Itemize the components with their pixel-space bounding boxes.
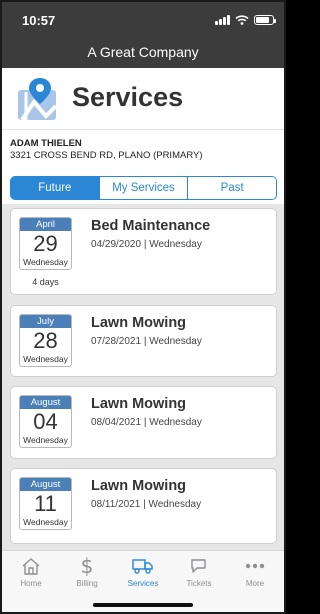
tab-bar-services[interactable]: Services xyxy=(115,555,171,588)
tab-my-services[interactable]: My Services xyxy=(98,177,188,199)
tab-bar-label: Services xyxy=(127,579,159,588)
customer-address: 3321 CROSS BEND RD, PLANO (PRIMARY) xyxy=(10,150,203,161)
days-away: 4 days xyxy=(32,277,59,287)
truck-icon xyxy=(115,555,171,577)
date-badge: August 04 Wednesday xyxy=(19,395,72,448)
service-date: 07/28/2021 | Wednesday xyxy=(91,336,202,347)
tab-bar-label: Home xyxy=(20,579,42,588)
service-card[interactable]: August 11 Wednesday Lawn Mowing 08/11/20… xyxy=(10,468,277,544)
customer-name: ADAM THIELEN xyxy=(10,138,82,149)
services-tabs: Future My Services Past xyxy=(10,176,277,200)
service-card[interactable]: August 04 Wednesday Lawn Mowing 08/04/20… xyxy=(10,386,277,459)
status-icons xyxy=(215,14,276,26)
services-list[interactable]: April 29 Wednesday 4 days Bed Maintenanc… xyxy=(2,204,284,550)
date-day: 04 xyxy=(33,409,58,434)
date-day: 29 xyxy=(33,231,58,256)
service-name: Lawn Mowing xyxy=(91,478,187,494)
more-icon xyxy=(227,555,283,577)
status-time: 10:57 xyxy=(22,13,56,28)
tab-bar-home[interactable]: Home xyxy=(3,555,59,588)
date-weekday: Wednesday xyxy=(23,435,68,445)
tab-bar-more[interactable]: More xyxy=(227,555,283,588)
map-pin-icon xyxy=(18,78,58,122)
date-day: 28 xyxy=(33,328,58,353)
battery-icon xyxy=(254,15,276,25)
wifi-icon xyxy=(235,15,249,25)
date-badge: July 28 Wednesday xyxy=(19,314,72,367)
tab-bar-tickets[interactable]: Tickets xyxy=(171,555,227,588)
cellular-signal-icon xyxy=(215,15,230,25)
date-month: August xyxy=(20,396,71,409)
tab-bar-label: More xyxy=(245,579,265,588)
customer-info: ADAM THIELEN 3321 CROSS BEND RD, PLANO (… xyxy=(10,138,203,162)
page-title: Services xyxy=(72,82,184,112)
service-name: Lawn Mowing xyxy=(91,315,187,331)
service-card[interactable]: July 28 Wednesday Lawn Mowing 07/28/2021… xyxy=(10,305,277,377)
service-date: 08/11/2021 | Wednesday xyxy=(91,499,202,510)
date-weekday: Wednesday xyxy=(23,517,68,527)
tab-bar-label: Billing xyxy=(76,579,98,588)
date-month: April xyxy=(20,218,71,231)
dollar-icon: $ xyxy=(80,554,94,578)
date-day: 11 xyxy=(34,491,57,516)
tab-past[interactable]: Past xyxy=(187,177,276,199)
date-month: July xyxy=(20,315,71,328)
date-month: August xyxy=(20,478,71,491)
service-name: Bed Maintenance xyxy=(91,218,211,234)
page-title-area: Services xyxy=(2,68,284,130)
phone-screen: 10:57 A Great Company Services ADAM THIE… xyxy=(0,0,286,614)
home-indicator xyxy=(93,603,193,607)
home-icon xyxy=(3,555,59,577)
tab-bar-billing[interactable]: $ Billing xyxy=(59,554,115,588)
service-date: 04/29/2020 | Wednesday xyxy=(91,239,202,250)
chat-icon xyxy=(171,555,227,577)
service-card[interactable]: April 29 Wednesday 4 days Bed Maintenanc… xyxy=(10,208,277,295)
date-weekday: Wednesday xyxy=(23,354,68,364)
tab-future[interactable]: Future xyxy=(11,177,99,199)
service-date: 08/04/2021 | Wednesday xyxy=(91,417,202,428)
status-bar: 10:57 xyxy=(2,2,284,36)
date-badge: April 29 Wednesday xyxy=(19,217,72,270)
date-badge: August 11 Wednesday xyxy=(19,477,72,530)
service-name: Lawn Mowing xyxy=(91,396,187,412)
app-header: A Great Company xyxy=(2,36,284,68)
date-weekday: Wednesday xyxy=(23,257,68,267)
tab-bar-label: Tickets xyxy=(186,579,212,588)
